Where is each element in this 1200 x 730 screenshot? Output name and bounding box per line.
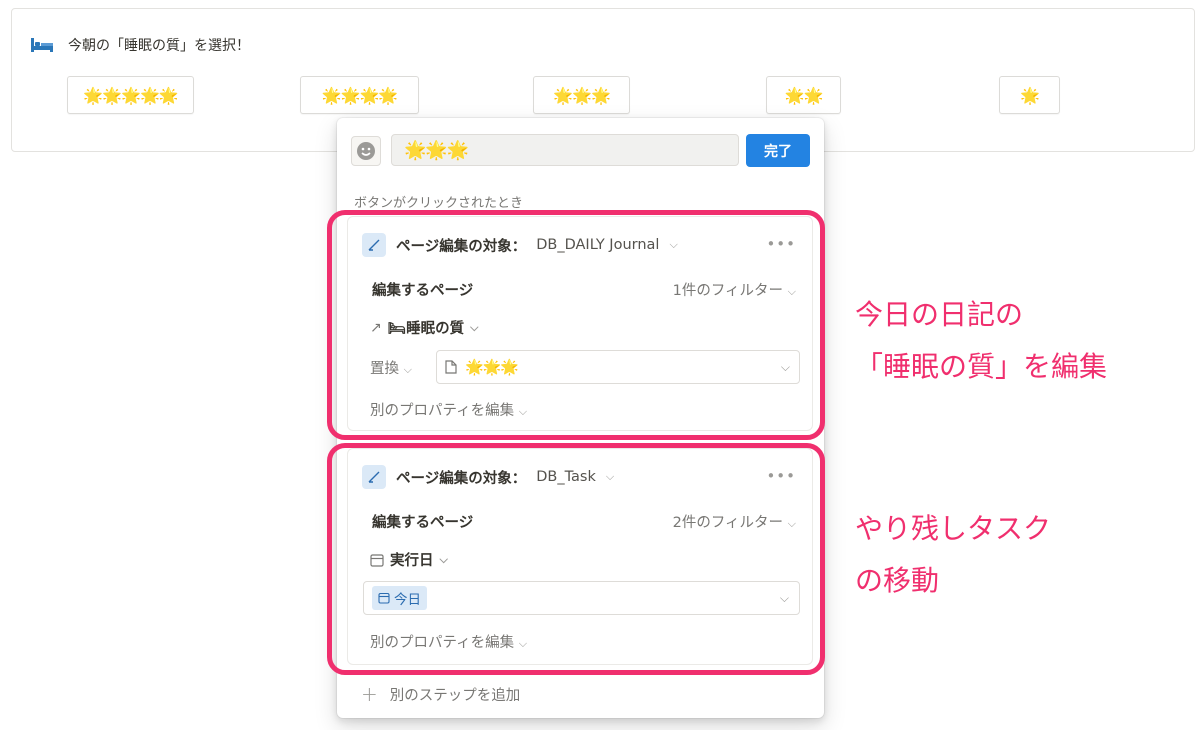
callout-title: 今朝の「睡眠の質」を選択！: [68, 38, 250, 54]
rating-5-stars-button[interactable]: 🌟🌟🌟🌟🌟: [67, 76, 194, 114]
annotation-task-line2: の移動: [855, 564, 940, 597]
add-step-label: 別のステップを追加: [389, 687, 521, 704]
callout-header: 今朝の「睡眠の質」を選択！: [30, 35, 250, 55]
highlight-box-journal: [327, 210, 825, 440]
highlight-box-task: [327, 443, 825, 675]
plus-icon: +: [361, 682, 378, 706]
trigger-label: ボタンがクリックされたとき: [354, 196, 524, 211]
smiley-icon: [357, 142, 375, 160]
annotation-journal-line1: 今日の日記の: [855, 298, 1024, 331]
emoji-picker-button[interactable]: [351, 136, 381, 166]
rating-1-star-button[interactable]: 🌟: [999, 76, 1060, 114]
button-name-input[interactable]: [391, 134, 739, 166]
bed-icon: [31, 38, 53, 52]
rating-3-stars-button[interactable]: 🌟🌟🌟: [533, 76, 630, 114]
rating-4-stars-button[interactable]: 🌟🌟🌟🌟: [300, 76, 419, 114]
annotation-task-line1: やり残しタスク: [855, 512, 1052, 545]
done-button[interactable]: 完了: [746, 134, 810, 167]
add-step-button[interactable]: + 別のステップを追加: [361, 682, 520, 706]
annotation-journal-line2: 「睡眠の質」を編集: [855, 350, 1108, 383]
rating-2-stars-button[interactable]: 🌟🌟: [766, 76, 841, 114]
